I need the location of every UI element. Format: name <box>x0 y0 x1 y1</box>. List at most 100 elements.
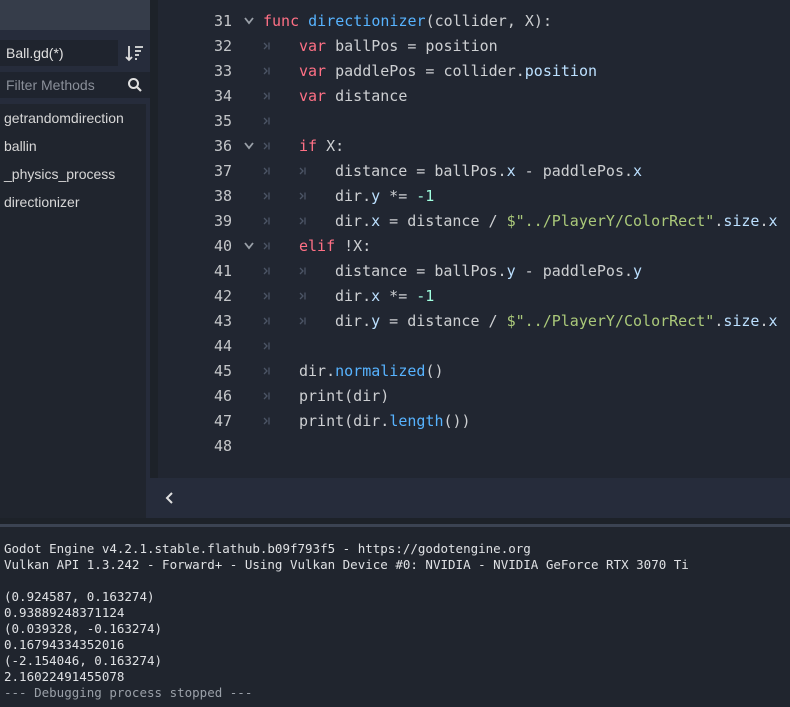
tab-indent-icon <box>263 417 270 425</box>
tab-indent-icon <box>299 167 306 175</box>
line-number: 41 <box>213 262 232 280</box>
code-line[interactable]: 47 print(dir.length()) <box>158 409 790 434</box>
code-text: var paddlePos = collider.position <box>299 62 598 80</box>
current-file-label[interactable]: Ball.gd(*) <box>0 40 118 66</box>
code-line[interactable]: 45 dir.normalized() <box>158 359 790 384</box>
tab-indent-icon <box>263 217 270 225</box>
code-text: dir.x *= -1 <box>335 287 435 305</box>
code-line[interactable]: 32 var ballPos = position <box>158 34 790 59</box>
tab-indent-icon <box>263 42 270 50</box>
code-text: print(dir) <box>299 387 390 405</box>
method-item-ballin[interactable]: ballin <box>0 132 146 160</box>
method-item-getrandomdirection[interactable]: getrandomdirection <box>0 104 146 132</box>
tab-indent-icon <box>263 267 270 275</box>
script-list-panel: Ball.gd(*) getrandomdirection ballin _ph… <box>0 0 150 518</box>
code-text: var distance <box>299 87 408 105</box>
tab-indent-icon <box>299 217 306 225</box>
code-text: elif !X: <box>299 237 372 255</box>
code-line[interactable]: 36 if X: <box>158 134 790 159</box>
code-text: distance = ballPos.x - paddlePos.x <box>335 162 643 180</box>
code-line[interactable]: 37 distance = ballPos.x - paddlePos.x <box>158 159 790 184</box>
tab-indent-icon <box>299 292 306 300</box>
code-text: var ballPos = position <box>299 37 498 55</box>
chevron-down-icon[interactable] <box>244 242 254 250</box>
script-list-top <box>0 0 150 30</box>
tab-indent-icon <box>299 317 306 325</box>
tab-indent-icon <box>263 367 270 375</box>
code-text: dir.x = distance / $"../PlayerY/ColorRec… <box>335 212 778 230</box>
code-text: dir.normalized() <box>299 362 444 380</box>
filter-methods-field <box>0 72 150 98</box>
output-line: (-2.154046, 0.163274) <box>4 653 163 668</box>
filter-methods-input[interactable] <box>0 72 120 98</box>
code-line[interactable]: 34 var distance <box>158 84 790 109</box>
output-line: (0.039328, -0.163274) <box>4 621 163 636</box>
line-number: 47 <box>213 412 232 430</box>
output-line: Godot Engine v4.2.1.stable.flathub.b09f7… <box>4 541 531 556</box>
tab-indent-icon <box>263 242 270 250</box>
tab-indent-icon <box>299 192 306 200</box>
methods-list: getrandomdirection ballin _physics_proce… <box>0 104 146 518</box>
line-number: 35 <box>213 112 232 130</box>
chevron-down-icon[interactable] <box>244 17 254 25</box>
tab-indent-icon <box>263 167 270 175</box>
code-line[interactable]: 43 dir.y = distance / $"../PlayerY/ColorR… <box>158 309 790 334</box>
line-number: 33 <box>213 62 232 80</box>
code-line[interactable]: 42 dir.x *= -1 <box>158 284 790 309</box>
code-text: print(dir.length()) <box>299 412 471 430</box>
tab-indent-icon <box>263 342 270 350</box>
line-number: 44 <box>213 337 232 355</box>
code-text: dir.y = distance / $"../PlayerY/ColorRec… <box>335 312 778 330</box>
method-item-physics-process[interactable]: _physics_process <box>0 160 146 188</box>
output-line: (0.924587, 0.163274) <box>4 589 155 604</box>
line-number: 38 <box>213 187 232 205</box>
tab-indent-icon <box>263 92 270 100</box>
code-line[interactable]: 35 <box>158 109 790 134</box>
code-line[interactable]: 46 print(dir) <box>158 384 790 409</box>
tab-indent-icon <box>263 192 270 200</box>
code-editor[interactable]: 31 func directionizer(collider, X): 32 var … <box>158 0 790 478</box>
tab-indent-icon <box>299 267 306 275</box>
code-line[interactable]: 41 distance = ballPos.y - paddlePos.y <box>158 259 790 284</box>
code-line[interactable]: 38 dir.y *= -1 <box>158 184 790 209</box>
line-number: 48 <box>213 437 232 455</box>
code-text: distance = ballPos.y - paddlePos.y <box>335 262 643 280</box>
tab-indent-icon <box>263 292 270 300</box>
tab-indent-icon <box>263 317 270 325</box>
code-line[interactable]: 31 func directionizer(collider, X): <box>158 9 790 34</box>
tab-indent-icon <box>263 117 270 125</box>
chevron-down-icon[interactable] <box>244 142 254 150</box>
code-line[interactable]: 33 var paddlePos = collider.position <box>158 59 790 84</box>
line-number: 46 <box>213 387 232 405</box>
output-line: 0.16794334352016 <box>4 637 125 652</box>
output-line: Vulkan API 1.3.242 - Forward+ - Using Vu… <box>4 557 689 572</box>
line-number: 36 <box>213 137 232 155</box>
output-line: 0.93889248371124 <box>4 605 125 620</box>
code-text: if X: <box>299 137 345 155</box>
tab-indent-icon <box>263 142 270 150</box>
search-icon <box>128 78 142 92</box>
line-number: 31 <box>213 12 232 30</box>
line-number: 43 <box>213 312 232 330</box>
sort-icon[interactable] <box>124 42 146 64</box>
code-line[interactable]: 40 elif !X: <box>158 234 790 259</box>
editor-footer <box>150 478 790 518</box>
tab-indent-icon <box>263 392 270 400</box>
output-panel: Godot Engine v4.2.1.stable.flathub.b09f7… <box>0 527 790 707</box>
chevron-left-icon[interactable] <box>162 490 178 506</box>
line-number: 45 <box>213 362 232 380</box>
output-line: --- Debugging process stopped --- <box>4 685 253 700</box>
tab-indent-icon <box>263 67 270 75</box>
code-line[interactable]: 48 <box>158 434 790 459</box>
code-text: dir.y *= -1 <box>335 187 435 205</box>
line-number: 39 <box>213 212 232 230</box>
line-number: 42 <box>213 287 232 305</box>
code-line[interactable]: 39 dir.x = distance / $"../PlayerY/ColorR… <box>158 209 790 234</box>
code-text: func directionizer(collider, X): <box>263 12 552 30</box>
line-number: 32 <box>213 37 232 55</box>
current-file-row: Ball.gd(*) <box>0 40 150 66</box>
output-line: 2.16022491455078 <box>4 669 125 684</box>
line-number: 34 <box>213 87 232 105</box>
method-item-directionizer[interactable]: directionizer <box>0 188 146 216</box>
code-line[interactable]: 44 <box>158 334 790 359</box>
